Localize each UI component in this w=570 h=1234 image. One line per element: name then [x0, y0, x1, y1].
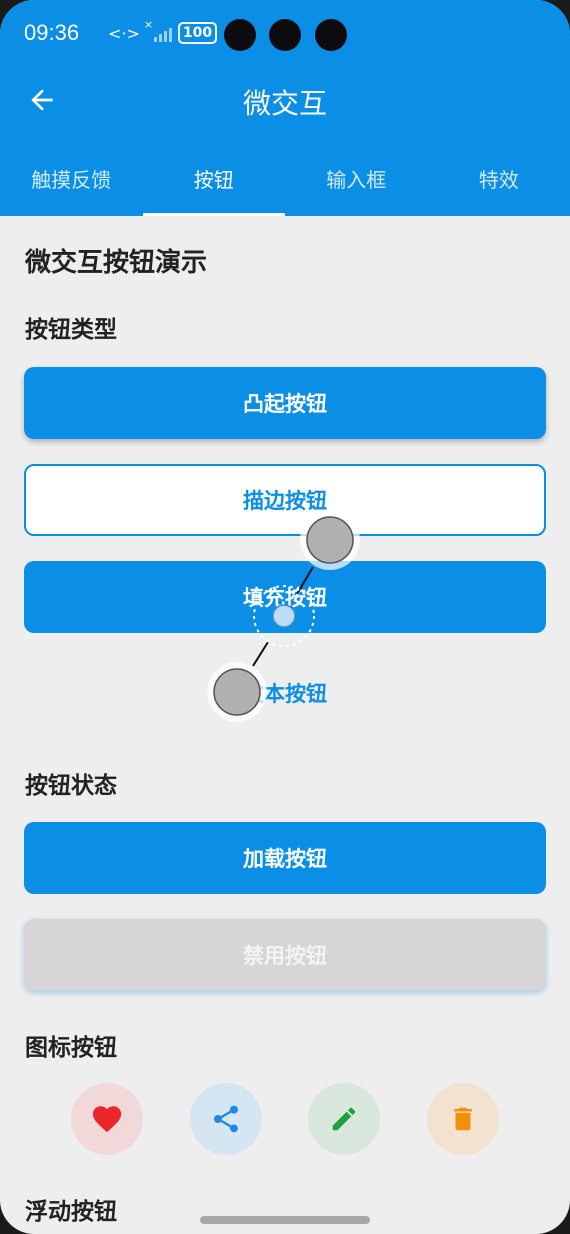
edit-icon — [332, 1107, 356, 1131]
outlined-button[interactable]: 描边按钮 — [24, 464, 546, 536]
home-indicator[interactable] — [200, 1216, 370, 1224]
tab-buttons[interactable]: 按钮 — [142, 150, 286, 216]
loading-button[interactable]: 加载按钮 — [24, 822, 546, 894]
camera-cutout — [269, 19, 301, 51]
header: 09:36 <·> × 100 微交互 触摸反馈 按钮 输入框 特效 — [0, 0, 570, 216]
status-time: 09:36 — [24, 20, 80, 45]
heart-icon — [92, 1106, 122, 1133]
raised-button[interactable]: 凸起按钮 — [24, 367, 546, 439]
tab-bar: 触摸反馈 按钮 输入框 特效 — [0, 150, 570, 216]
page-title: 微交互 — [242, 87, 327, 120]
section-icon-buttons: 图标按钮 — [25, 1035, 117, 1061]
section-fab: 浮动按钮 — [25, 1199, 117, 1225]
share-icon — [214, 1105, 238, 1133]
screen: 09:36 <·> × 100 微交互 触摸反馈 按钮 输入框 特效 微交互按钮… — [0, 0, 570, 1234]
battery-icon: 100 — [177, 22, 218, 44]
delete-button[interactable] — [427, 1083, 499, 1155]
status-icons: <·> × 100 — [108, 18, 218, 44]
tab-input[interactable]: 输入框 — [285, 150, 428, 216]
signal-x: × — [143, 18, 154, 31]
share-button[interactable] — [190, 1083, 262, 1155]
disabled-button: 禁用按钮 — [24, 919, 546, 991]
section-button-types: 按钮类型 — [25, 317, 117, 343]
content-heading: 微交互按钮演示 — [25, 248, 208, 278]
camera-cutout — [315, 19, 347, 51]
camera-cutout — [224, 19, 256, 51]
tab-touch-feedback[interactable]: 触摸反馈 — [0, 150, 143, 216]
status-bar: 09:36 <·> × 100 — [0, 0, 570, 70]
text-button[interactable]: 文本按钮 — [24, 657, 546, 729]
edit-button[interactable] — [308, 1083, 380, 1155]
delete-icon — [454, 1107, 472, 1131]
network-icon: <·> — [108, 23, 140, 43]
tab-effects[interactable]: 特效 — [428, 150, 570, 216]
favorite-button[interactable] — [71, 1083, 143, 1155]
signal-icon: × — [144, 18, 172, 42]
app-bar: 微交互 — [0, 70, 570, 134]
filled-button[interactable]: 填充按钮 — [24, 561, 546, 633]
section-button-states: 按钮状态 — [25, 773, 117, 799]
